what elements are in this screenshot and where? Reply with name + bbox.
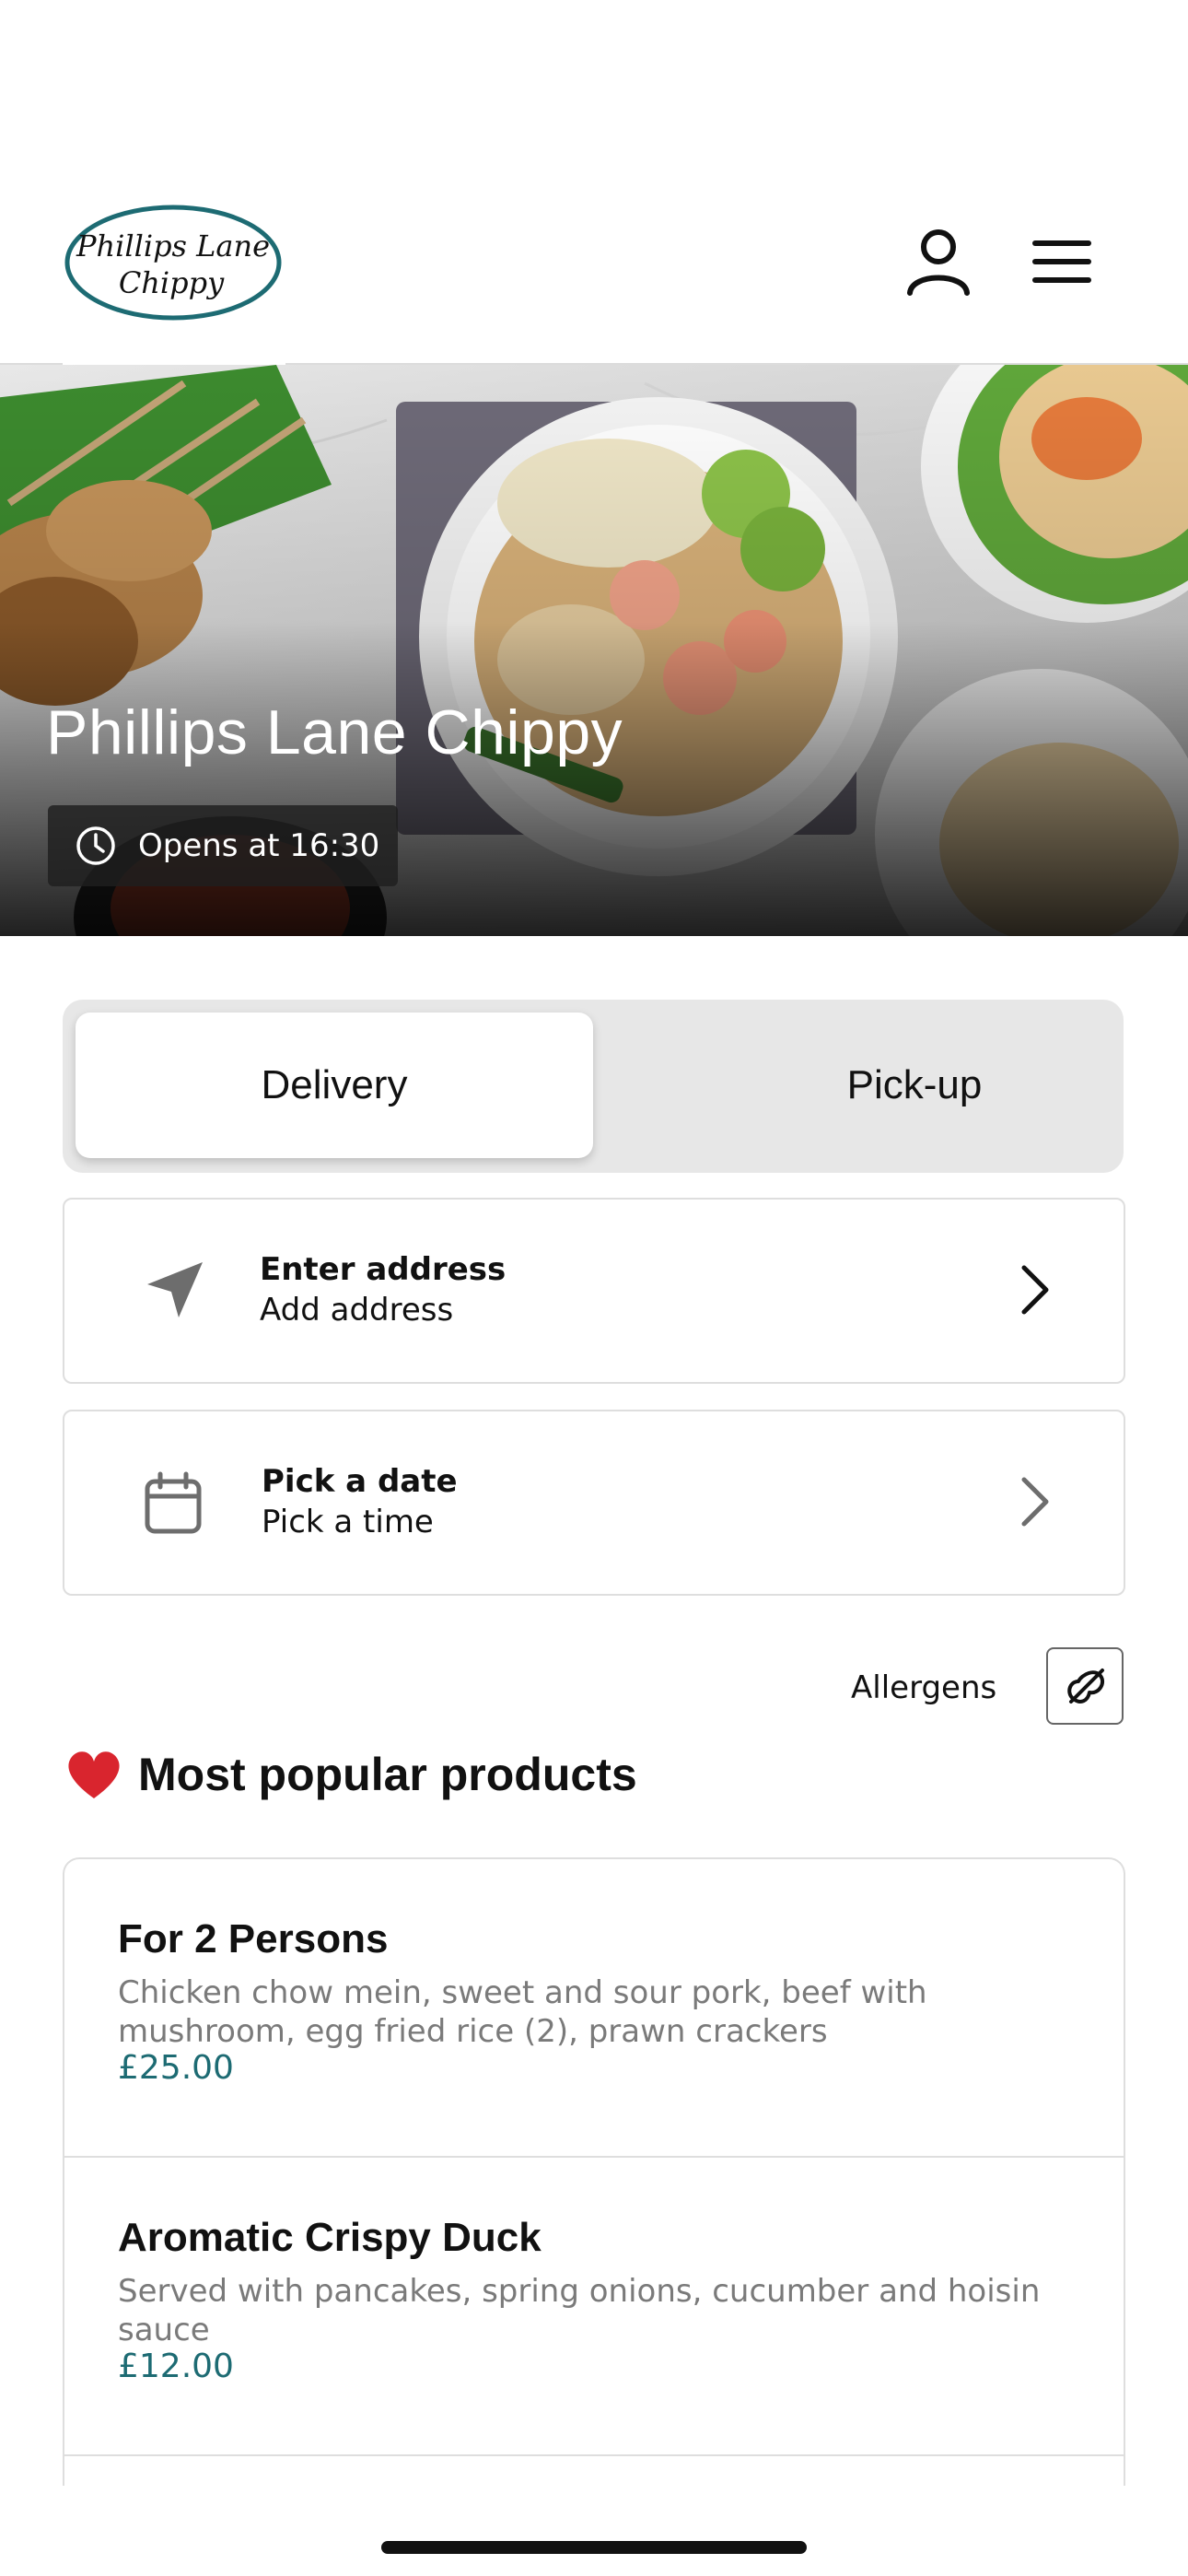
- product-card[interactable]: For 2 Persons Chicken chow mein, sweet a…: [64, 1859, 1124, 2158]
- date-card-title: Pick a date: [262, 1463, 458, 1500]
- top-header: Phillips Lane Chippy: [0, 0, 1188, 365]
- product-card[interactable]: Aromatic Crispy Duck Served with pancake…: [64, 2158, 1124, 2456]
- allergens-button[interactable]: [1046, 1647, 1124, 1725]
- clock-icon: [76, 826, 115, 865]
- popular-section-header: Most popular products: [64, 1747, 637, 1802]
- restaurant-name: Phillips Lane Chippy: [46, 697, 623, 767]
- opening-hours-text: Opens at 16:30: [138, 827, 380, 864]
- location-arrow-icon: [147, 1262, 203, 1317]
- pickup-tab[interactable]: Pick-up: [656, 1013, 1173, 1158]
- opening-hours-badge: Opens at 16:30: [48, 805, 398, 886]
- hamburger-menu-icon[interactable]: [1030, 234, 1094, 289]
- product-description: Served with pancakes, spring onions, cuc…: [118, 2273, 1041, 2348]
- logo-underline: [63, 356, 285, 365]
- allergens-label: Allergens: [851, 1669, 997, 1706]
- hero-banner: Phillips Lane Chippy Opens at 16:30: [0, 365, 1188, 936]
- delivery-tab[interactable]: Delivery: [76, 1013, 593, 1158]
- user-icon[interactable]: [903, 225, 974, 297]
- order-mode-toggle: Delivery Pick-up: [63, 1000, 1124, 1173]
- address-card-subtitle: Add address: [260, 1292, 454, 1329]
- product-description: Chicken chow mein, sweet and sour pork, …: [118, 1974, 927, 2050]
- chevron-right-icon: [1021, 1265, 1049, 1315]
- product-price: £12.00: [118, 2348, 234, 2385]
- popular-section-title: Most popular products: [138, 1749, 637, 1800]
- heart-icon: [68, 1751, 120, 1798]
- logo-line2: Chippy: [119, 265, 225, 300]
- brand-logo[interactable]: Phillips Lane Chippy: [63, 201, 284, 324]
- pick-date-card[interactable]: Pick a date Pick a time: [63, 1410, 1125, 1596]
- product-name: For 2 Persons: [118, 1916, 389, 1961]
- enter-address-card[interactable]: Enter address Add address: [63, 1198, 1125, 1384]
- calendar-icon: [145, 1471, 202, 1534]
- product-name: Aromatic Crispy Duck: [118, 2215, 542, 2260]
- allergen-peanut-icon: [1067, 1669, 1105, 1704]
- chevron-right-icon: [1021, 1477, 1049, 1527]
- home-indicator[interactable]: [381, 2541, 807, 2554]
- date-card-subtitle: Pick a time: [262, 1504, 434, 1540]
- logo-line1: Phillips Lane: [76, 228, 270, 263]
- address-card-title: Enter address: [260, 1251, 507, 1288]
- popular-products-list: For 2 Persons Chicken chow mein, sweet a…: [63, 1857, 1125, 2486]
- product-price: £25.00: [118, 2049, 234, 2087]
